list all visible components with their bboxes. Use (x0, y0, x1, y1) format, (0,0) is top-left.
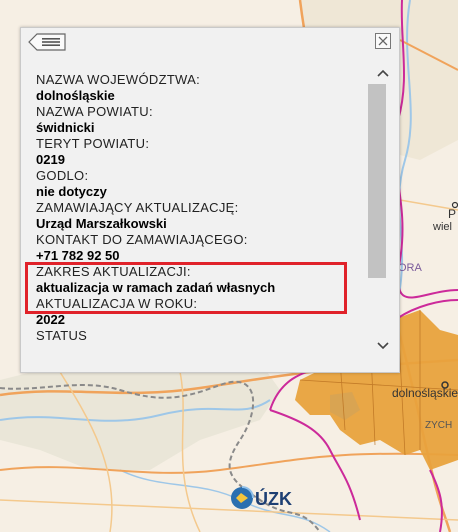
map-label-ora: ORA (398, 262, 422, 274)
field-label: TERYT POWIATU: (36, 136, 150, 151)
field-label: GODLO: (36, 168, 89, 183)
scrollbar-thumb[interactable] (368, 84, 386, 278)
field-label: ZAMAWIAJĄCY AKTUALIZACJĘ: (36, 200, 239, 215)
field-value: 0219 (36, 152, 65, 167)
field-label: NAZWA POWIATU: (36, 104, 153, 119)
field-label: ZAKRES AKTUALIZACJI: (36, 264, 191, 279)
scroll-up-button[interactable] (375, 66, 391, 82)
chevron-up-icon (377, 69, 389, 77)
close-button[interactable] (375, 33, 391, 49)
feature-info-popup: NAZWA WOJEWÓDZTWA: dolnośląskie NAZWA PO… (20, 27, 400, 373)
field-value: +71 782 92 50 (36, 248, 120, 263)
close-icon (375, 33, 391, 49)
field-label: KONTAKT DO ZAMAWIAJĄCEGO: (36, 232, 248, 247)
map-label-zych: ZYCH (425, 420, 453, 431)
attribute-list: NAZWA WOJEWÓDZTWA: dolnośląskie NAZWA PO… (36, 72, 351, 355)
field-value: dolnośląskie (36, 88, 115, 103)
field-value: świdnicki (36, 120, 95, 135)
field-label: AKTUALIZACJA W ROKU: (36, 296, 198, 311)
back-list-icon (28, 33, 66, 51)
map-label-region: dolnośląskie (392, 386, 458, 400)
field-value: Urząd Marszałkowski (36, 216, 167, 231)
scrollbar-track[interactable] (368, 84, 386, 334)
svg-text:ÚZK: ÚZK (255, 488, 292, 509)
field-value: nie dotyczy (36, 184, 107, 199)
guzk-logo-icon: ÚZK (231, 486, 292, 509)
map-label-wiel: wiel (433, 221, 452, 233)
chevron-down-icon (377, 342, 389, 350)
guzk-logo: ÚZK (228, 484, 314, 512)
scroll-down-button[interactable] (375, 337, 391, 353)
field-value: aktualizacja w ramach zadań własnych (36, 280, 276, 295)
field-label: NAZWA WOJEWÓDZTWA: (36, 72, 201, 87)
field-value: 2022 (36, 312, 65, 327)
field-label: STATUS (36, 328, 88, 343)
back-list-button[interactable] (28, 33, 68, 51)
map-label-p: P (448, 207, 457, 221)
popup-header (21, 28, 399, 58)
